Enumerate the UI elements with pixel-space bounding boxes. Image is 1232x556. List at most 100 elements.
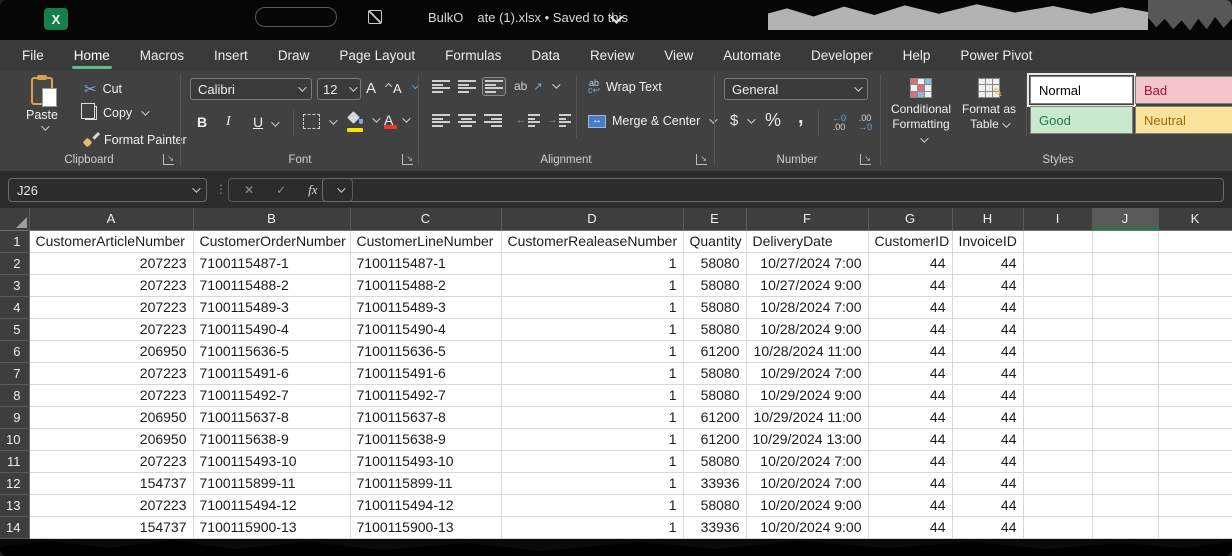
cell[interactable]: 10/28/2024 11:00 <box>746 340 868 362</box>
cell[interactable] <box>1092 516 1158 538</box>
cell[interactable] <box>1158 252 1232 274</box>
cell[interactable]: 7100115492-7 <box>350 384 501 406</box>
cell[interactable] <box>1092 318 1158 340</box>
cell[interactable]: Quantity <box>683 230 746 252</box>
column-header[interactable]: J <box>1092 208 1158 230</box>
cell[interactable] <box>1092 494 1158 516</box>
cell[interactable]: 7100115493-10 <box>193 450 350 472</box>
cell[interactable]: 44 <box>868 318 952 340</box>
row-number[interactable]: 5 <box>0 318 29 340</box>
cell[interactable]: 7100115899-11 <box>193 472 350 494</box>
cell[interactable]: 7100115638-9 <box>193 428 350 450</box>
formula-input[interactable] <box>322 178 1224 202</box>
ribbon-tab[interactable]: Power Pivot <box>958 43 1034 68</box>
cell[interactable]: 1 <box>501 428 683 450</box>
cell[interactable] <box>1158 318 1232 340</box>
cell[interactable]: 154737 <box>29 472 193 494</box>
cell[interactable]: 7100115492-7 <box>193 384 350 406</box>
cell[interactable] <box>1092 296 1158 318</box>
cell[interactable]: 61200 <box>683 406 746 428</box>
column-header[interactable]: B <box>193 208 350 230</box>
insert-function-button[interactable]: fx <box>302 181 323 199</box>
name-box[interactable]: J26 <box>8 178 207 202</box>
cell[interactable] <box>1023 230 1092 252</box>
column-header[interactable]: I <box>1023 208 1092 230</box>
font-size-combo[interactable]: 12 <box>317 78 361 100</box>
cell[interactable]: 7100115491-6 <box>193 362 350 384</box>
cell[interactable]: 1 <box>501 296 683 318</box>
shrink-font-button[interactable]: A <box>393 81 415 96</box>
cell[interactable]: 7100115490-4 <box>350 318 501 340</box>
align-left-button[interactable] <box>430 112 452 129</box>
cell[interactable] <box>1023 384 1092 406</box>
merge-center-button[interactable]: ↔ Merge & Center <box>588 114 715 128</box>
cell[interactable] <box>1158 472 1232 494</box>
ribbon-tab[interactable]: Review <box>588 43 636 68</box>
cell[interactable]: 7100115900-13 <box>350 516 501 538</box>
cell[interactable]: 1 <box>501 274 683 296</box>
bold-button[interactable]: B <box>197 114 207 130</box>
cell[interactable] <box>1023 318 1092 340</box>
cell[interactable]: 1 <box>501 472 683 494</box>
row-number[interactable]: 6 <box>0 340 29 362</box>
bottom-align-button[interactable] <box>482 77 506 96</box>
column-header[interactable]: K <box>1158 208 1232 230</box>
cell[interactable] <box>1158 428 1232 450</box>
cell[interactable]: 44 <box>952 362 1023 384</box>
cell[interactable]: 44 <box>868 296 952 318</box>
cell[interactable]: 1 <box>501 494 683 516</box>
select-all-corner[interactable] <box>0 208 29 230</box>
row-number[interactable]: 2 <box>0 252 29 274</box>
cell[interactable]: 58080 <box>683 274 746 296</box>
cut-button[interactable]: ✂ Cut <box>84 80 122 98</box>
cell[interactable] <box>1158 362 1232 384</box>
font-dialog-launcher[interactable]: ↘ <box>402 154 413 165</box>
cell[interactable]: 10/29/2024 9:00 <box>746 384 868 406</box>
column-header[interactable]: C <box>350 208 501 230</box>
wrap-text-button[interactable]: abc↩ Wrap Text <box>588 80 662 94</box>
cell[interactable]: 44 <box>952 340 1023 362</box>
cell[interactable] <box>1092 274 1158 296</box>
cell[interactable]: 207223 <box>29 384 193 406</box>
cell[interactable]: 7100115494-12 <box>350 494 501 516</box>
cell[interactable]: 44 <box>868 274 952 296</box>
cell[interactable]: 10/27/2024 9:00 <box>746 274 868 296</box>
underline-chevron-icon[interactable] <box>271 118 279 126</box>
font-name-combo[interactable]: Calibri <box>190 78 312 100</box>
quick-access-toolbar[interactable] <box>255 7 337 27</box>
cell[interactable]: 10/20/2024 9:00 <box>746 516 868 538</box>
cell[interactable]: 44 <box>868 406 952 428</box>
cell[interactable]: 58080 <box>683 318 746 340</box>
cell[interactable]: 1 <box>501 406 683 428</box>
align-right-button[interactable] <box>482 112 504 129</box>
cell[interactable]: 44 <box>868 450 952 472</box>
percent-button[interactable]: % <box>765 110 781 131</box>
row-number[interactable]: 10 <box>0 428 29 450</box>
cell[interactable]: 10/29/2024 7:00 <box>746 362 868 384</box>
cell[interactable]: 44 <box>952 428 1023 450</box>
cell[interactable] <box>1158 406 1232 428</box>
comma-button[interactable]: , <box>798 106 804 129</box>
cell[interactable] <box>1092 362 1158 384</box>
cell[interactable]: 10/28/2024 7:00 <box>746 296 868 318</box>
cell[interactable]: 206950 <box>29 428 193 450</box>
cell[interactable]: InvoiceID <box>952 230 1023 252</box>
cell[interactable]: CustomerOrderNumber <box>193 230 350 252</box>
row-number[interactable]: 8 <box>0 384 29 406</box>
cell[interactable]: 10/20/2024 7:00 <box>746 450 868 472</box>
ribbon-tab[interactable]: View <box>662 43 695 68</box>
cell[interactable]: 44 <box>868 428 952 450</box>
row-number[interactable]: 3 <box>0 274 29 296</box>
cell[interactable]: 58080 <box>683 450 746 472</box>
ribbon-tab[interactable]: Insert <box>212 43 250 68</box>
cell[interactable]: 1 <box>501 340 683 362</box>
cell[interactable]: 207223 <box>29 494 193 516</box>
cell[interactable]: 44 <box>868 252 952 274</box>
cell[interactable]: 7100115494-12 <box>193 494 350 516</box>
ribbon-tab[interactable]: Automate <box>721 43 783 68</box>
cell[interactable]: 1 <box>501 318 683 340</box>
cell[interactable]: 207223 <box>29 274 193 296</box>
cell[interactable]: DeliveryDate <box>746 230 868 252</box>
cell[interactable] <box>1023 362 1092 384</box>
increase-indent-button[interactable]: → <box>545 112 573 129</box>
